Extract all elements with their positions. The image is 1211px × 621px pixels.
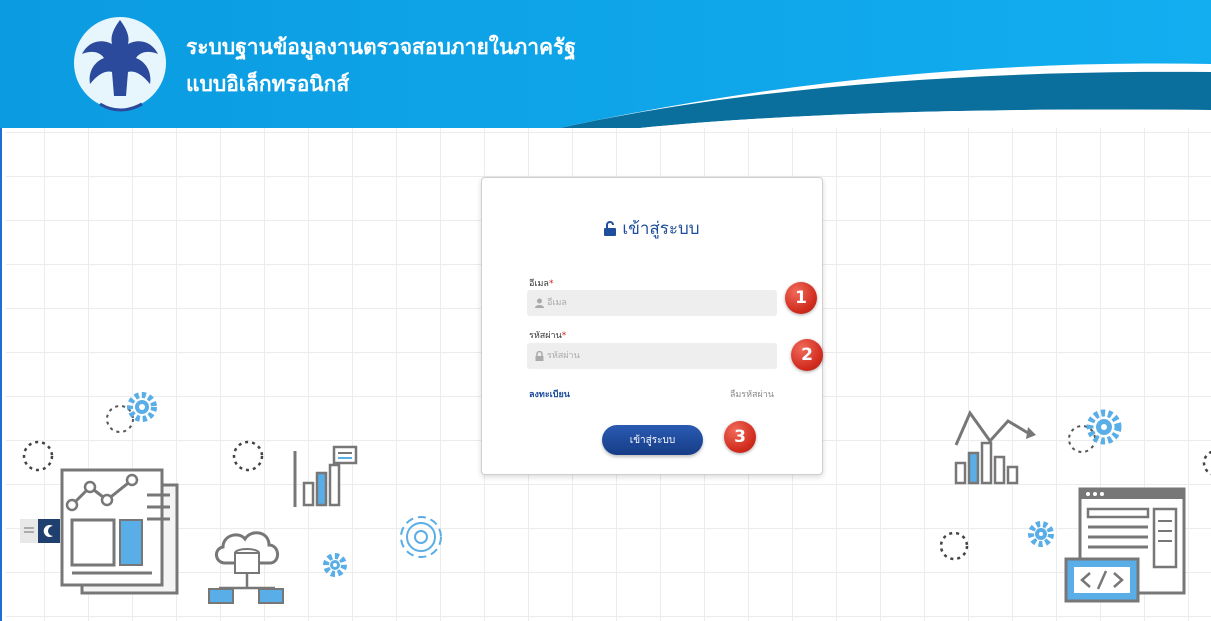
forgot-password-link[interactable]: ลืมรหัสผ่าน (730, 387, 774, 401)
required-mark: * (561, 331, 567, 341)
gear-cluster-icon (1068, 409, 1122, 453)
step-badge-3: 3 (724, 421, 756, 453)
password-label: รหัสผ่าน (529, 331, 562, 341)
email-input[interactable] (527, 290, 777, 316)
sidebar-toggle-icon[interactable] (20, 519, 62, 543)
email-label: อีเมล (529, 279, 549, 289)
dotted-circle-icon (939, 531, 969, 561)
login-title-row: เข้าสู่ระบบ (482, 215, 822, 242)
password-label-row: รหัสผ่าน* (529, 328, 566, 342)
gear-icon (323, 553, 347, 577)
unlock-icon (604, 221, 617, 236)
gear-cluster-icon (106, 392, 157, 433)
lock-icon (535, 351, 544, 361)
register-link[interactable]: ลงทะเบียน (529, 387, 570, 401)
window-left-edge (0, 128, 6, 621)
line-chart-icon (954, 409, 1036, 485)
dotted-circle-icon (232, 440, 264, 472)
login-submit-button[interactable]: เข้าสู่ระบบ (602, 425, 703, 455)
code-window-icon (1064, 487, 1186, 603)
password-input[interactable] (527, 343, 777, 369)
outline-gear-icon (400, 516, 442, 558)
system-title: ระบบฐานข้อมูลงานตรวจสอบภายในภาครัฐ (186, 35, 576, 59)
email-label-row: อีเมล* (529, 276, 553, 290)
header-banner: ระบบฐานข้อมูลงานตรวจสอบภายในภาครัฐ แบบอิ… (0, 0, 1211, 128)
user-icon (535, 298, 544, 308)
login-title: เข้าสู่ระบบ (622, 219, 700, 239)
cloud-database-icon (208, 531, 284, 604)
garuda-logo-icon (74, 17, 166, 112)
step-badge-2: 2 (791, 339, 823, 371)
header-wave-background (0, 0, 1211, 128)
dotted-circle-icon (1202, 450, 1211, 476)
gear-icon (1028, 521, 1054, 547)
bar-chart-icon (293, 445, 358, 507)
system-subtitle: แบบอิเล็กทรอนิกส์ (186, 72, 350, 96)
document-report-icon (60, 468, 179, 595)
required-mark: * (548, 279, 554, 289)
login-card: เข้าสู่ระบบ อีเมล* รหัสผ่าน* ลงทะเบียน ล… (481, 177, 823, 475)
step-badge-1: 1 (785, 282, 817, 314)
